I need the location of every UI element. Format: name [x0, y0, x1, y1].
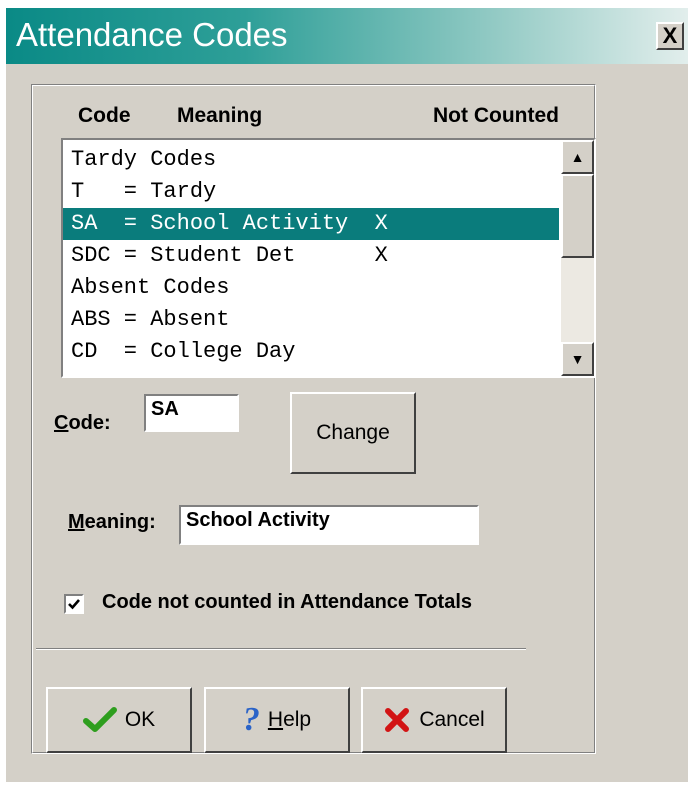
- scroll-up-button[interactable]: ▲: [561, 140, 594, 174]
- meaning-input[interactable]: School Activity: [179, 505, 479, 545]
- change-button-label: Change: [316, 421, 390, 444]
- arrow-up-icon: ▲: [570, 149, 585, 165]
- title-bar[interactable]: Attendance Codes X: [6, 8, 688, 64]
- meaning-label: Meaning:: [68, 511, 156, 533]
- cancel-button[interactable]: Cancel: [361, 687, 507, 753]
- code-label: Code:: [54, 412, 111, 434]
- checkmark-icon: [68, 599, 80, 610]
- not-counted-checkbox[interactable]: [64, 594, 84, 614]
- list-item[interactable]: Absent Codes: [63, 272, 559, 304]
- attendance-codes-dialog: Attendance Codes X Code Meaning Not Coun…: [6, 8, 688, 782]
- list-item[interactable]: ABS = Absent: [63, 304, 559, 336]
- window-title: Attendance Codes: [16, 16, 288, 53]
- ok-button[interactable]: OK: [46, 687, 192, 753]
- checkmark-icon: [82, 707, 117, 732]
- close-button[interactable]: X: [656, 22, 684, 50]
- help-button-label: Help: [267, 708, 312, 731]
- close-icon: X: [662, 23, 678, 48]
- ok-button-label: OK: [124, 708, 156, 731]
- scroll-down-button[interactable]: ▼: [561, 342, 594, 376]
- red-x-icon: [385, 708, 410, 732]
- codes-list: Tardy Codes T = Tardy SA = School Activity…: [63, 144, 559, 368]
- change-button[interactable]: Change: [290, 392, 416, 474]
- column-header-meaning: Meaning: [177, 104, 263, 127]
- column-header-not-counted: Not Counted: [433, 104, 559, 127]
- question-mark-icon: ?: [242, 701, 260, 738]
- arrow-down-icon: ▼: [570, 351, 585, 367]
- cancel-button-label: Cancel: [419, 708, 485, 731]
- not-counted-label: Code not counted in Attendance Totals: [102, 591, 472, 613]
- list-item[interactable]: SA = School Activity X: [63, 208, 559, 240]
- scrollbar-thumb[interactable]: [561, 174, 594, 258]
- vertical-scrollbar[interactable]: ▲ ▼: [561, 140, 594, 376]
- list-item[interactable]: SDC = Student Det X: [63, 240, 559, 272]
- separator: [36, 648, 526, 650]
- help-button[interactable]: ? Help: [204, 687, 350, 753]
- list-item[interactable]: T = Tardy: [63, 176, 559, 208]
- list-item[interactable]: CD = College Day: [63, 336, 559, 368]
- codes-listbox[interactable]: Tardy Codes T = Tardy SA = School Activity…: [61, 138, 596, 378]
- code-input[interactable]: SA: [144, 394, 239, 432]
- list-item[interactable]: Tardy Codes: [63, 144, 559, 176]
- column-header-code: Code: [78, 104, 131, 127]
